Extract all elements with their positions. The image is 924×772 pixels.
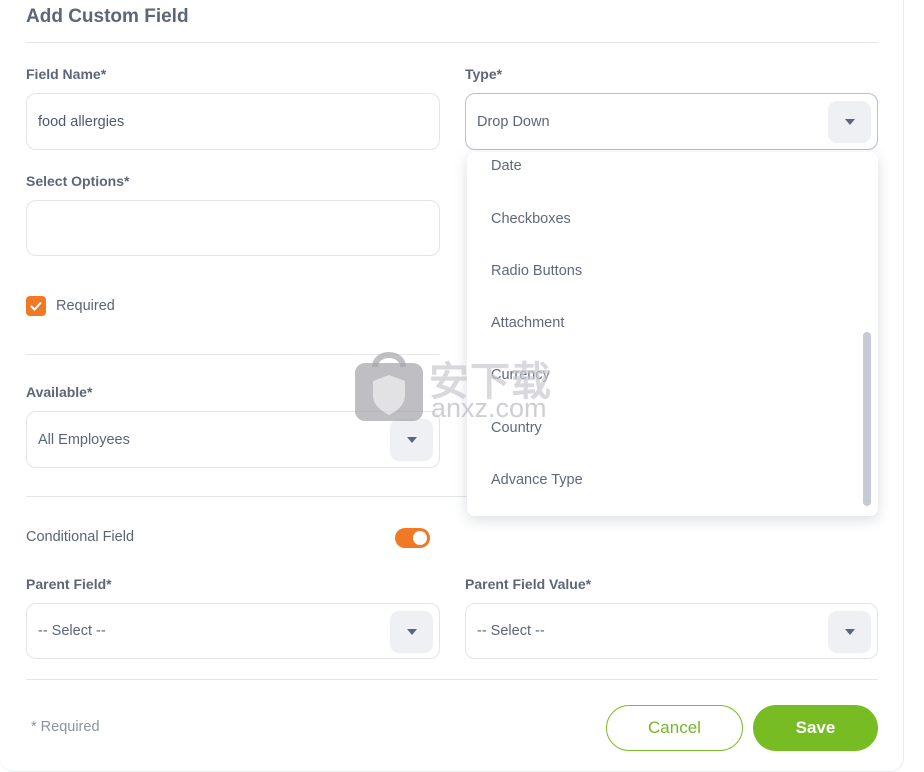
type-select-value: Drop Down xyxy=(477,113,550,130)
parent-field-value-select[interactable]: -- Select -- xyxy=(465,603,878,659)
parent-field-select-toggle[interactable] xyxy=(390,611,433,653)
dropdown-scrollbar-thumb[interactable] xyxy=(863,332,871,506)
available-select[interactable]: All Employees xyxy=(26,411,440,468)
dialog-title: Add Custom Field xyxy=(26,6,189,27)
section-divider xyxy=(26,354,440,355)
type-dropdown-menu: Date Checkboxes Radio Buttons Attachment… xyxy=(467,152,878,516)
chevron-down-icon xyxy=(406,437,417,443)
field-name-label: Field Name* xyxy=(26,66,107,82)
type-select-toggle[interactable] xyxy=(828,101,871,143)
parent-field-value-select-value: -- Select -- xyxy=(477,623,545,639)
conditional-field-label: Conditional Field xyxy=(26,529,135,545)
footer-divider xyxy=(26,679,878,680)
dropdown-option-country[interactable]: Country xyxy=(491,420,542,436)
required-checkbox-label: Required xyxy=(56,298,115,314)
select-options-label: Select Options* xyxy=(26,173,130,189)
check-icon xyxy=(30,301,42,311)
dropdown-option-radio-buttons[interactable]: Radio Buttons xyxy=(491,263,582,279)
required-note: * Required xyxy=(31,719,100,735)
parent-field-value-select-toggle[interactable] xyxy=(828,611,871,653)
parent-field-select[interactable]: -- Select -- xyxy=(26,603,440,659)
add-custom-field-dialog: Add Custom Field Field Name* food allerg… xyxy=(0,0,904,772)
type-label: Type* xyxy=(465,66,503,82)
available-select-value: All Employees xyxy=(38,431,130,448)
dropdown-option-advance-type[interactable]: Advance Type xyxy=(491,472,583,488)
chevron-down-icon xyxy=(406,629,417,635)
required-checkbox[interactable] xyxy=(26,296,46,316)
conditional-field-toggle[interactable] xyxy=(395,528,430,548)
dropdown-option-checkboxes[interactable]: Checkboxes xyxy=(491,211,571,227)
parent-field-label: Parent Field* xyxy=(26,576,112,592)
available-select-toggle[interactable] xyxy=(390,419,433,461)
type-select[interactable]: Drop Down xyxy=(465,93,878,150)
dropdown-option-currency[interactable]: Currency xyxy=(491,367,550,383)
cancel-button[interactable]: Cancel xyxy=(606,705,743,751)
parent-field-select-value: -- Select -- xyxy=(38,623,106,639)
dropdown-option-date[interactable]: Date xyxy=(491,158,522,174)
field-name-input[interactable]: food allergies xyxy=(26,93,440,150)
header-divider xyxy=(26,42,878,43)
select-options-input[interactable] xyxy=(26,200,440,256)
available-label: Available* xyxy=(26,384,93,400)
parent-field-value-label: Parent Field Value* xyxy=(465,576,592,592)
dropdown-option-attachment[interactable]: Attachment xyxy=(491,315,564,331)
chevron-down-icon xyxy=(844,119,855,125)
field-name-value: food allergies xyxy=(38,113,125,130)
chevron-down-icon xyxy=(844,629,855,635)
toggle-knob xyxy=(413,531,427,545)
save-button[interactable]: Save xyxy=(753,705,878,751)
